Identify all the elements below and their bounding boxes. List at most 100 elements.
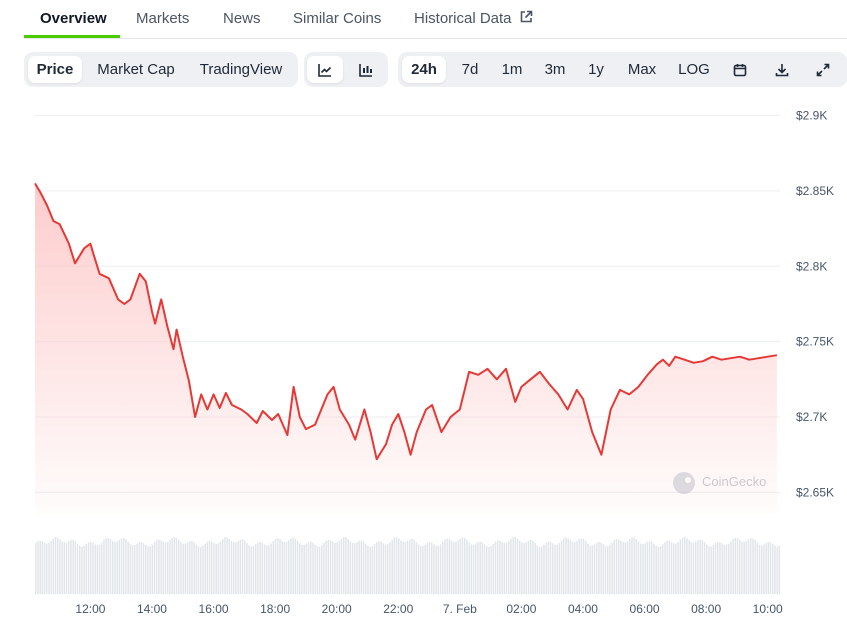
volume-bar (492, 543, 495, 594)
y-tick-label: $2.9K (796, 109, 827, 123)
x-tick-label: 10:00 (753, 602, 783, 616)
volume-bar (708, 546, 710, 594)
volume-bar (776, 546, 778, 594)
volume-bar (613, 540, 616, 594)
volume-bar (215, 543, 217, 594)
volume-bar (301, 544, 303, 594)
volume-bar (543, 544, 545, 594)
volume-bar (74, 541, 77, 594)
y-tick-label: $2.65K (796, 485, 834, 499)
x-tick-label: 16:00 (199, 602, 229, 616)
volume-bar (442, 541, 444, 594)
volume-bar (318, 546, 321, 594)
volume-bar (591, 545, 594, 594)
volume-bar (94, 544, 96, 594)
volume-bar (686, 538, 688, 594)
volume-bar (213, 543, 215, 594)
volume-bar (191, 540, 193, 594)
volume-bar (679, 539, 682, 594)
volume-bar (255, 544, 257, 594)
volume-bar (659, 546, 662, 594)
volume-bar (129, 544, 132, 594)
volume-bar (697, 540, 699, 594)
volume-bar (503, 543, 506, 594)
volume-bar (527, 540, 530, 594)
volume-bar (618, 539, 620, 594)
volume-bar (437, 545, 440, 594)
volume-bar (505, 542, 508, 594)
volume-bar (112, 540, 114, 594)
volume-bar (765, 542, 767, 594)
volume-bar (202, 545, 204, 594)
volume-bar (226, 537, 228, 594)
volume-bar (571, 541, 574, 594)
volume-bar (263, 544, 266, 594)
volume-bar (648, 541, 651, 594)
volume-bar (547, 541, 550, 594)
volume-bar (677, 542, 679, 594)
volume-bar (461, 537, 464, 594)
volume-bar (712, 545, 715, 594)
price-area-fill (35, 183, 777, 515)
volume-bar (752, 538, 754, 594)
y-axis-labels: $2.65K $2.7K $2.75K $2.8K $2.85K $2.9K (796, 109, 834, 500)
volume-bar (530, 540, 532, 594)
volume-bar (140, 541, 143, 594)
volume-bar (43, 542, 46, 594)
volume-bar (631, 537, 633, 594)
volume-bar (521, 542, 523, 594)
volume-bar (296, 540, 299, 594)
volume-bar (673, 543, 675, 594)
volume-bar (233, 542, 235, 594)
volume-bar (340, 538, 343, 594)
volume-bar (604, 545, 607, 594)
volume-bar (360, 540, 363, 594)
volume-bar (272, 540, 275, 594)
volume-bar (369, 546, 371, 594)
volume-bar (556, 544, 558, 594)
volume-bar (560, 540, 563, 594)
x-tick-label: 22:00 (383, 602, 413, 616)
volume-bar (710, 546, 712, 594)
volume-bar (703, 542, 706, 594)
volume-bar (666, 540, 668, 594)
volume-bar (362, 541, 365, 594)
volume-bar (92, 542, 94, 594)
volume-bar (222, 539, 224, 594)
volume-bar (195, 544, 198, 594)
volume-bar (114, 541, 116, 594)
volume-bar (268, 545, 270, 594)
volume-bar (574, 541, 576, 594)
x-tick-label: 08:00 (691, 602, 721, 616)
volume-bar (453, 541, 455, 594)
volume-bar (61, 541, 63, 594)
volume-bar (732, 539, 734, 594)
volume-bar (98, 544, 101, 594)
volume-bar (382, 543, 385, 594)
volume-bar (239, 539, 242, 594)
volume-bar (323, 542, 325, 594)
volume-bar (376, 542, 378, 594)
volume-bar (536, 545, 539, 594)
volume-bar (197, 546, 200, 594)
volume-bar (103, 539, 105, 594)
volume-bar (719, 542, 721, 594)
volume-bar (730, 541, 732, 594)
volume-bar (252, 545, 255, 594)
volume-bar (171, 538, 173, 594)
volume-bar (512, 537, 514, 594)
volume-bar (772, 543, 774, 594)
volume-bar (184, 543, 187, 594)
volume-bar (39, 540, 41, 594)
volume-bar (580, 538, 583, 594)
volume-bar (96, 545, 99, 594)
volume-bar (134, 545, 136, 594)
volume-bar (415, 541, 418, 594)
volume-bar (607, 546, 609, 594)
volume-bar (413, 539, 415, 594)
volume-bar (642, 544, 644, 594)
volume-bar (670, 542, 673, 594)
volume-bar (85, 543, 88, 594)
volume-bar (164, 542, 167, 594)
volume-bar (681, 537, 684, 594)
